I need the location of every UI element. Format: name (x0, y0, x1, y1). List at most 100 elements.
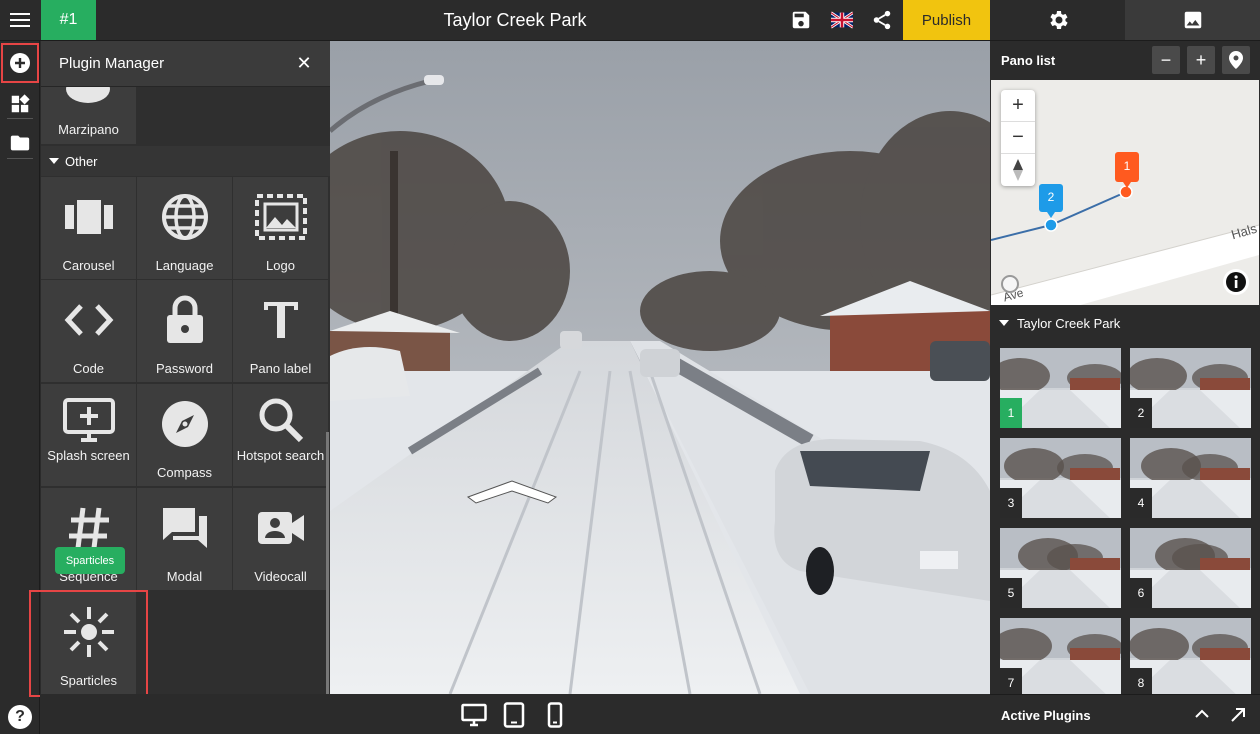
panel-scrollbar[interactable] (326, 432, 329, 694)
save-icon (792, 11, 810, 29)
folder-icon (10, 135, 30, 151)
splash-screen-icon (61, 394, 117, 446)
pano-thumbnail[interactable]: 8 (1130, 618, 1251, 698)
thumbnail-number: 1 (1000, 398, 1022, 428)
share-button[interactable] (862, 0, 902, 40)
pano-map[interactable]: 2 1 Hals Ave + − (991, 80, 1259, 305)
tab-settings[interactable] (990, 0, 1125, 40)
tablet-preview-button[interactable] (501, 702, 527, 728)
plugin-manager-header: Plugin Manager ✕ (41, 41, 330, 87)
pano-thumbnail[interactable]: 7 (1000, 618, 1121, 698)
close-button[interactable]: ✕ (292, 51, 316, 75)
plugin-tile-label: Marzipano (58, 122, 119, 137)
plugin-tile-label: Logo (266, 258, 295, 273)
map-attribution-icon[interactable] (1001, 275, 1019, 293)
modal-icon (157, 502, 213, 554)
save-button[interactable] (781, 0, 821, 40)
map-zoom-controls: + − (1001, 90, 1035, 186)
plugin-tile-modal[interactable]: Modal (137, 488, 232, 590)
code-icon (61, 294, 117, 346)
plugin-tile-label: Carousel (62, 258, 115, 273)
pano-thumbnail[interactable]: 5 (1000, 528, 1121, 608)
desktop-preview-button[interactable] (461, 702, 487, 728)
plugin-tile-carousel[interactable]: Carousel (41, 177, 136, 279)
video-camera-icon (253, 502, 309, 554)
tour-title: Taylor Creek Park (443, 9, 587, 30)
panorama-image (330, 41, 990, 694)
plugin-tile-sequence[interactable]: Sequence (41, 488, 136, 590)
plugin-tile-label: Compass (157, 465, 212, 480)
tab-images[interactable] (1125, 0, 1260, 40)
mobile-preview-button[interactable] (542, 702, 568, 728)
add-pano-button[interactable]: + (1187, 46, 1215, 74)
rail-divider (7, 118, 33, 119)
map-pin-icon (1229, 51, 1243, 69)
plugin-tile-label: Pano label (249, 361, 312, 376)
hamburger-icon (10, 19, 30, 21)
chevron-up-icon[interactable] (1195, 709, 1209, 719)
pano-group-header[interactable]: Taylor Creek Park (990, 309, 1260, 337)
help-button[interactable]: ? (8, 705, 32, 729)
plugin-tile-splash-screen[interactable]: Splash screen (41, 384, 136, 486)
map-marker-1[interactable]: 1 (1121, 159, 1133, 173)
rail-divider (7, 158, 33, 159)
gear-icon (1049, 11, 1068, 29)
menu-button[interactable] (0, 0, 40, 40)
thumbnail-number: 5 (1000, 578, 1022, 608)
pano-thumbnail[interactable]: 3 (1000, 438, 1121, 518)
pano-group-title: Taylor Creek Park (1017, 315, 1121, 331)
plugin-tile-videocall[interactable]: Videocall (233, 488, 328, 590)
map-zoom-in-button[interactable]: + (1001, 90, 1035, 122)
plugin-tile-label: Splash screen (47, 448, 130, 463)
panorama-viewer[interactable] (330, 41, 990, 694)
image-icon (1184, 11, 1201, 29)
plugin-tile-label: Password (155, 361, 214, 376)
plugin-tile-language[interactable]: Language (137, 177, 232, 279)
publish-button[interactable]: Publish (903, 0, 990, 40)
plugin-tile-compass[interactable]: Compass (137, 384, 232, 486)
mobile-icon (547, 702, 563, 728)
caret-down-icon (49, 158, 59, 164)
pano-list-header: Pano list (990, 41, 1260, 79)
location-button[interactable] (1222, 46, 1250, 74)
zoom-out-list-button[interactable]: − (1152, 46, 1180, 74)
drag-tooltip: Sparticles (55, 547, 125, 574)
plugin-tile-pano-label[interactable]: Pano label (233, 280, 328, 382)
pano-thumbnail[interactable]: 1 (1000, 348, 1121, 428)
logo-icon (253, 191, 309, 243)
thumbnail-number: 6 (1130, 578, 1152, 608)
globe-icon (157, 191, 213, 243)
pano-thumbnail[interactable]: 2 (1130, 348, 1251, 428)
thumbnail-number: 4 (1130, 488, 1152, 518)
map-info-button[interactable] (1223, 269, 1249, 295)
pano-thumbnail[interactable]: 6 (1130, 528, 1251, 608)
editor-app: #1 Taylor Creek Park Publish ? Marzipano… (0, 0, 1260, 734)
widgets-icon (11, 94, 30, 113)
plugin-tile-label: Videocall (254, 569, 307, 584)
map-marker-2[interactable]: 2 (1045, 190, 1057, 204)
section-other[interactable]: Other (41, 146, 330, 176)
plus-icon: + (1195, 49, 1207, 70)
north-arrow-icon (1013, 159, 1023, 181)
map-compass-button[interactable] (1001, 154, 1035, 186)
expand-arrow-icon[interactable] (1230, 707, 1246, 723)
tour-id-badge[interactable]: #1 (41, 0, 96, 40)
active-plugins-bar: Active Plugins (990, 694, 1260, 734)
plugin-tile-hotspot-search[interactable]: Hotspot search (233, 384, 328, 486)
caret-down-icon (999, 320, 1009, 326)
pano-thumbnail[interactable]: 4 (1130, 438, 1251, 518)
folder-button[interactable] (0, 123, 40, 163)
plugin-tile-password[interactable]: Password (137, 280, 232, 382)
top-bar: #1 Taylor Creek Park Publish (0, 0, 1260, 41)
plugin-tile-label: Modal (166, 569, 203, 584)
plugin-tile-code[interactable]: Code (41, 280, 136, 382)
lock-icon (157, 294, 213, 346)
highlight-add-button (1, 43, 39, 83)
right-panel: Pano list − + 2 1 Hals Ave + − Taylor Cr… (990, 41, 1260, 734)
panel-title: Plugin Manager (59, 55, 165, 72)
map-zoom-out-button[interactable]: − (1001, 122, 1035, 154)
device-preview-bar (40, 694, 990, 734)
plugin-tile-logo[interactable]: Logo (233, 177, 328, 279)
active-plugins-label: Active Plugins (1001, 708, 1091, 723)
language-flag-button[interactable] (822, 0, 862, 40)
